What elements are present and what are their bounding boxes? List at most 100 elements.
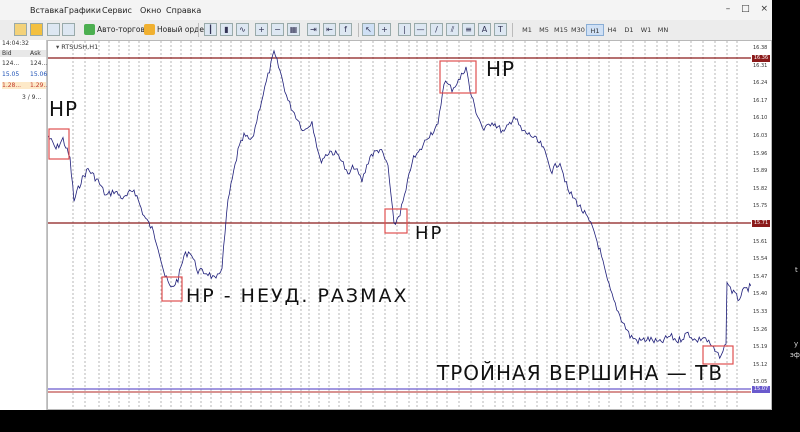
- market-watch-row[interactable]: 15.05 15.06: [2, 71, 47, 78]
- new-order-label: Новый ордер: [157, 25, 209, 34]
- cursor-icon[interactable]: ↖: [362, 23, 375, 36]
- annotation-hp-mid: НР: [415, 223, 444, 244]
- ask-header: Ask: [30, 50, 41, 57]
- price-axis-label: 15.96: [753, 150, 768, 157]
- trendline-icon[interactable]: /: [430, 23, 443, 36]
- market-watch-row[interactable]: 1.28... 1.29...: [2, 82, 49, 89]
- market-watch-row[interactable]: 124... 124...: [2, 60, 47, 67]
- bid-value: 1.28...: [2, 82, 22, 89]
- price-axis-label: 15.05: [753, 379, 768, 386]
- timeframe-m30[interactable]: M30: [569, 24, 587, 36]
- market-watch-time: 14:04:32: [2, 40, 29, 47]
- price-line: [48, 49, 751, 360]
- edge-text: у: [794, 340, 799, 348]
- market-watch-footer: 3 / 9...: [22, 94, 42, 101]
- annotation-triple-top: ТРОЙНАЯ ВЕРШИНА — ТВ: [437, 361, 724, 385]
- menu-item-tools[interactable]: Сервис: [102, 6, 132, 15]
- label-tool-icon[interactable]: T: [494, 23, 507, 36]
- close-icon[interactable]: ×: [760, 4, 768, 14]
- price-axis-label: 15.54: [753, 256, 768, 263]
- price-axis-label: 15.12: [753, 361, 768, 368]
- new-order-button[interactable]: Новый ордер: [144, 23, 209, 37]
- navigator-icon[interactable]: [62, 23, 75, 36]
- menu-item-help[interactable]: Справка: [166, 6, 201, 15]
- zoom-in-icon[interactable]: +: [255, 23, 268, 36]
- toolbar-divider: [358, 23, 359, 37]
- price-axis-label: 15.19: [753, 344, 768, 351]
- menu-item-charts[interactable]: Графики: [64, 6, 101, 15]
- price-axis-label: 15.61: [753, 238, 768, 245]
- horizontal-levels: [48, 57, 751, 393]
- highlight-boxes: [48, 60, 734, 365]
- bar-chart-icon[interactable]: ┃: [204, 23, 217, 36]
- menu-bar: Вставка Графики Сервис Окно Справка – □ …: [0, 0, 772, 21]
- highlight-box: [161, 276, 183, 302]
- tile-windows-icon[interactable]: ▦: [287, 23, 300, 36]
- price-axis-label: 15.89: [753, 168, 768, 175]
- timeframe-m15[interactable]: M15: [552, 24, 570, 36]
- annotation-hp-left: НР: [49, 97, 79, 121]
- chart-window[interactable]: ▾ RTSUSH,H1 16.38 16.31 16.24 16.17 16.10 16.0…: [47, 40, 772, 410]
- line-chart-icon[interactable]: ∿: [236, 23, 249, 36]
- timeframe-w1[interactable]: W1: [637, 24, 655, 36]
- maximize-icon[interactable]: □: [741, 4, 750, 14]
- annotation-hp-top: НР: [486, 57, 516, 81]
- ask-value: 15.06: [30, 71, 48, 78]
- timeframe-mn[interactable]: MN: [654, 24, 672, 36]
- price-axis-label: 16.38: [753, 45, 768, 51]
- timeframe-h4[interactable]: H4: [603, 24, 621, 36]
- text-tool-icon[interactable]: A: [478, 23, 491, 36]
- price-axis-label: 16.31: [753, 62, 768, 69]
- price-chart[interactable]: [48, 41, 751, 409]
- annotation-failed-swing: НР - НЕУД. РАЗМАХ: [186, 285, 409, 307]
- channel-icon[interactable]: ⫽: [446, 23, 459, 36]
- price-axis-label: 15.40: [753, 291, 768, 298]
- bid-value: 124...: [2, 60, 20, 67]
- toolbar-divider: [198, 23, 199, 37]
- price-axis-label: 15.47: [753, 273, 768, 280]
- fibonacci-icon[interactable]: ≡: [462, 23, 475, 36]
- price-axis-label: 16.17: [753, 97, 768, 104]
- market-watch-header: Bid Ask: [0, 50, 46, 57]
- toolbar-divider: [512, 23, 513, 37]
- level-price-tag: 15.71: [752, 220, 770, 227]
- price-axis-label: 16.03: [753, 133, 768, 139]
- edge-text: t: [795, 266, 798, 274]
- new-chart-icon[interactable]: [14, 23, 27, 36]
- highlight-box: [384, 208, 408, 234]
- indicators-icon[interactable]: f: [339, 23, 352, 36]
- period-separators: [72, 41, 738, 409]
- menu-item-insert[interactable]: Вставка: [30, 6, 64, 15]
- price-axis-label: 15.33: [753, 309, 768, 315]
- terminal-window: Вставка Графики Сервис Окно Справка – □ …: [0, 0, 772, 410]
- timeframe-h1[interactable]: H1: [586, 24, 604, 36]
- bid-value: 15.05: [2, 71, 20, 78]
- horizontal-line-icon[interactable]: —: [414, 23, 427, 36]
- bid-header: Bid: [2, 50, 12, 57]
- price-axis-label: 16.10: [753, 115, 768, 122]
- price-axis: 16.38 16.31 16.24 16.17 16.10 16.03 15.96 15.89…: [751, 41, 771, 409]
- price-axis-label: 15.82: [753, 185, 768, 192]
- timeframe-m1[interactable]: M1: [518, 24, 536, 36]
- vertical-line-icon[interactable]: |: [398, 23, 411, 36]
- price-axis-label: 16.24: [753, 80, 768, 87]
- profiles-icon[interactable]: [30, 23, 43, 36]
- timeframe-d1[interactable]: D1: [620, 24, 638, 36]
- timeframe-m5[interactable]: M5: [535, 24, 553, 36]
- new-order-icon: [144, 24, 155, 35]
- auto-scroll-icon[interactable]: ⇥: [307, 23, 320, 36]
- ask-value: 124...: [30, 60, 48, 67]
- menu-item-window[interactable]: Окно: [140, 6, 161, 15]
- highlight-box: [48, 128, 70, 160]
- edge-text: эф: [790, 351, 800, 359]
- zoom-out-icon[interactable]: −: [271, 23, 284, 36]
- toolbar: Авто-торговля Новый ордер ┃ ▮ ∿ + − ▦ ⇥ …: [0, 20, 772, 41]
- level-price-tag: 16.36: [752, 55, 770, 62]
- highlight-box: [439, 60, 477, 94]
- minimize-icon[interactable]: –: [726, 4, 731, 14]
- market-watch-icon[interactable]: [47, 23, 60, 36]
- window-controls: – □ ×: [718, 4, 768, 14]
- candlestick-icon[interactable]: ▮: [220, 23, 233, 36]
- crosshair-icon[interactable]: +: [378, 23, 391, 36]
- chart-shift-icon[interactable]: ⇤: [323, 23, 336, 36]
